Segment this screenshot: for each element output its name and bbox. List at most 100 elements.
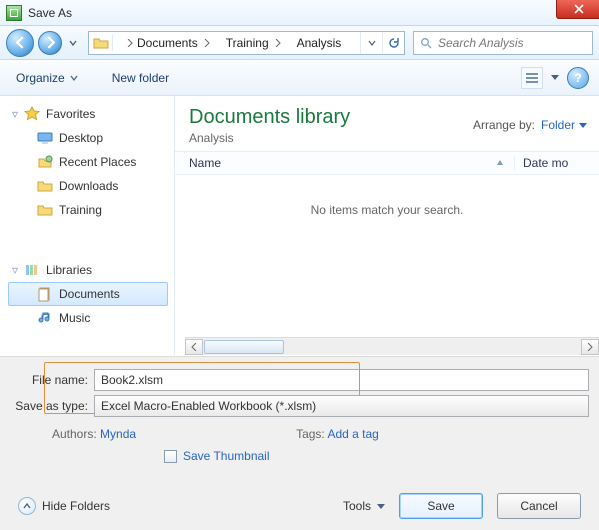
- library-title: Documents library: [189, 106, 350, 129]
- sidebar-item-desktop[interactable]: Desktop: [8, 126, 168, 150]
- chevron-down-icon: [70, 74, 78, 82]
- new-folder-button[interactable]: New folder: [106, 68, 175, 88]
- dialog-footer: Hide Folders Tools Save Cancel: [0, 482, 599, 530]
- sidebar-item-recent-places[interactable]: Recent Places: [8, 150, 168, 174]
- filename-row: File name: Book2.xlsm: [10, 369, 589, 391]
- tags-label: Tags:: [296, 427, 325, 441]
- address-dropdown[interactable]: [360, 32, 382, 54]
- search-placeholder: Search Analysis: [438, 36, 524, 50]
- chevron-down-icon: [69, 39, 77, 47]
- main-area: ▿ Favorites Desktop Recent Places Downlo…: [0, 96, 599, 355]
- library-header: Documents library Analysis Arrange by: F…: [175, 96, 599, 151]
- savetype-label: Save as type:: [10, 399, 88, 413]
- sidebar-title-favorites[interactable]: ▿ Favorites: [8, 102, 174, 126]
- star-icon: [24, 106, 40, 122]
- back-button[interactable]: [6, 29, 34, 57]
- chevron-down-icon: [579, 123, 587, 128]
- help-button[interactable]: ?: [567, 67, 589, 89]
- location-folder-icon: [89, 35, 113, 51]
- sidebar-item-training[interactable]: Training: [8, 198, 168, 222]
- libraries-label: Libraries: [46, 263, 92, 277]
- arrow-left-icon: [14, 36, 27, 49]
- search-input[interactable]: Search Analysis: [413, 31, 593, 55]
- column-header-row: Name Date mo: [175, 151, 599, 175]
- sidebar-group-favorites: ▿ Favorites Desktop Recent Places Downlo…: [0, 96, 174, 232]
- sidebar-item-label: Music: [59, 311, 90, 325]
- organize-label: Organize: [16, 71, 65, 85]
- column-name-label: Name: [189, 156, 221, 170]
- excel-app-icon: [6, 5, 22, 21]
- nav-history-dropdown[interactable]: [66, 39, 80, 47]
- filename-value: Book2.xlsm: [101, 373, 163, 387]
- scroll-thumb[interactable]: [204, 340, 284, 354]
- arrow-right-icon: [44, 36, 57, 49]
- chevron-right-icon: [275, 39, 281, 47]
- tools-dropdown[interactable]: Tools: [343, 499, 385, 513]
- downloads-folder-icon: [37, 178, 53, 194]
- breadcrumb-label: Documents: [137, 36, 198, 50]
- desktop-icon: [37, 130, 53, 146]
- column-header-name[interactable]: Name: [175, 156, 514, 170]
- window-title: Save As: [28, 6, 72, 20]
- horizontal-scrollbar[interactable]: [185, 337, 599, 355]
- chevron-down-icon: [377, 504, 385, 509]
- arrange-by-value: Folder: [541, 118, 575, 132]
- save-button[interactable]: Save: [399, 493, 483, 519]
- authors-label: Authors:: [52, 427, 97, 441]
- sidebar-item-music[interactable]: Music: [8, 306, 168, 330]
- tools-label: Tools: [343, 499, 371, 513]
- hide-folders-button[interactable]: Hide Folders: [18, 497, 110, 515]
- search-icon: [420, 37, 432, 49]
- authors-value[interactable]: Mynda: [100, 427, 136, 441]
- breadcrumb-training[interactable]: Training: [218, 32, 289, 54]
- save-thumbnail-label[interactable]: Save Thumbnail: [183, 449, 270, 463]
- chevron-left-icon: [191, 343, 197, 351]
- filename-input[interactable]: Book2.xlsm: [94, 369, 589, 391]
- refresh-button[interactable]: [382, 32, 404, 54]
- hide-folders-label: Hide Folders: [42, 499, 110, 513]
- scroll-right-button[interactable]: [581, 339, 599, 355]
- new-folder-label: New folder: [112, 71, 169, 85]
- scroll-track[interactable]: [203, 339, 581, 355]
- help-icon: ?: [574, 71, 581, 85]
- empty-message: No items match your search.: [175, 175, 599, 217]
- savetype-row: Save as type: Excel Macro-Enabled Workbo…: [10, 395, 589, 417]
- filename-label: File name:: [10, 373, 88, 387]
- address-bar[interactable]: Documents Training Analysis: [88, 31, 405, 55]
- sidebar-item-documents[interactable]: Documents: [8, 282, 168, 306]
- close-button[interactable]: [556, 0, 599, 19]
- breadcrumb-documents[interactable]: Documents: [113, 32, 218, 54]
- organize-button[interactable]: Organize: [10, 68, 84, 88]
- view-buttons: ?: [521, 67, 589, 89]
- breadcrumb-analysis[interactable]: Analysis: [289, 32, 346, 54]
- library-subtitle: Analysis: [189, 131, 350, 145]
- chevron-down-icon[interactable]: [551, 75, 559, 80]
- chevron-right-icon: [127, 39, 133, 47]
- sort-asc-icon: [496, 159, 504, 167]
- forward-button[interactable]: [38, 31, 62, 55]
- music-library-icon: [37, 310, 53, 326]
- save-thumbnail-checkbox[interactable]: [164, 450, 177, 463]
- sidebar-item-label: Training: [59, 203, 102, 217]
- cancel-button-label: Cancel: [520, 499, 557, 513]
- save-thumbnail-row: Save Thumbnail: [10, 441, 589, 463]
- scroll-left-button[interactable]: [185, 339, 203, 355]
- savetype-combobox[interactable]: Excel Macro-Enabled Workbook (*.xlsm): [94, 395, 589, 417]
- tags-value[interactable]: Add a tag: [327, 427, 378, 441]
- refresh-icon: [388, 37, 400, 49]
- arrange-by-label: Arrange by:: [473, 118, 535, 132]
- view-options-button[interactable]: [521, 67, 543, 89]
- nav-bar: Documents Training Analysis Search Analy…: [0, 26, 599, 60]
- close-icon: [574, 4, 584, 14]
- sidebar-item-downloads[interactable]: Downloads: [8, 174, 168, 198]
- chevron-down-icon: [368, 39, 376, 47]
- chevron-right-icon: [587, 343, 593, 351]
- column-header-date[interactable]: Date mo: [514, 156, 599, 170]
- sidebar-title-libraries[interactable]: ▿ Libraries: [8, 258, 174, 282]
- sidebar-group-libraries: ▿ Libraries Documents Music: [0, 232, 174, 340]
- sidebar-item-label: Desktop: [59, 131, 103, 145]
- savetype-value: Excel Macro-Enabled Workbook (*.xlsm): [101, 399, 316, 413]
- favorites-label: Favorites: [46, 107, 95, 121]
- cancel-button[interactable]: Cancel: [497, 493, 581, 519]
- arrange-by-dropdown[interactable]: Folder: [541, 118, 587, 132]
